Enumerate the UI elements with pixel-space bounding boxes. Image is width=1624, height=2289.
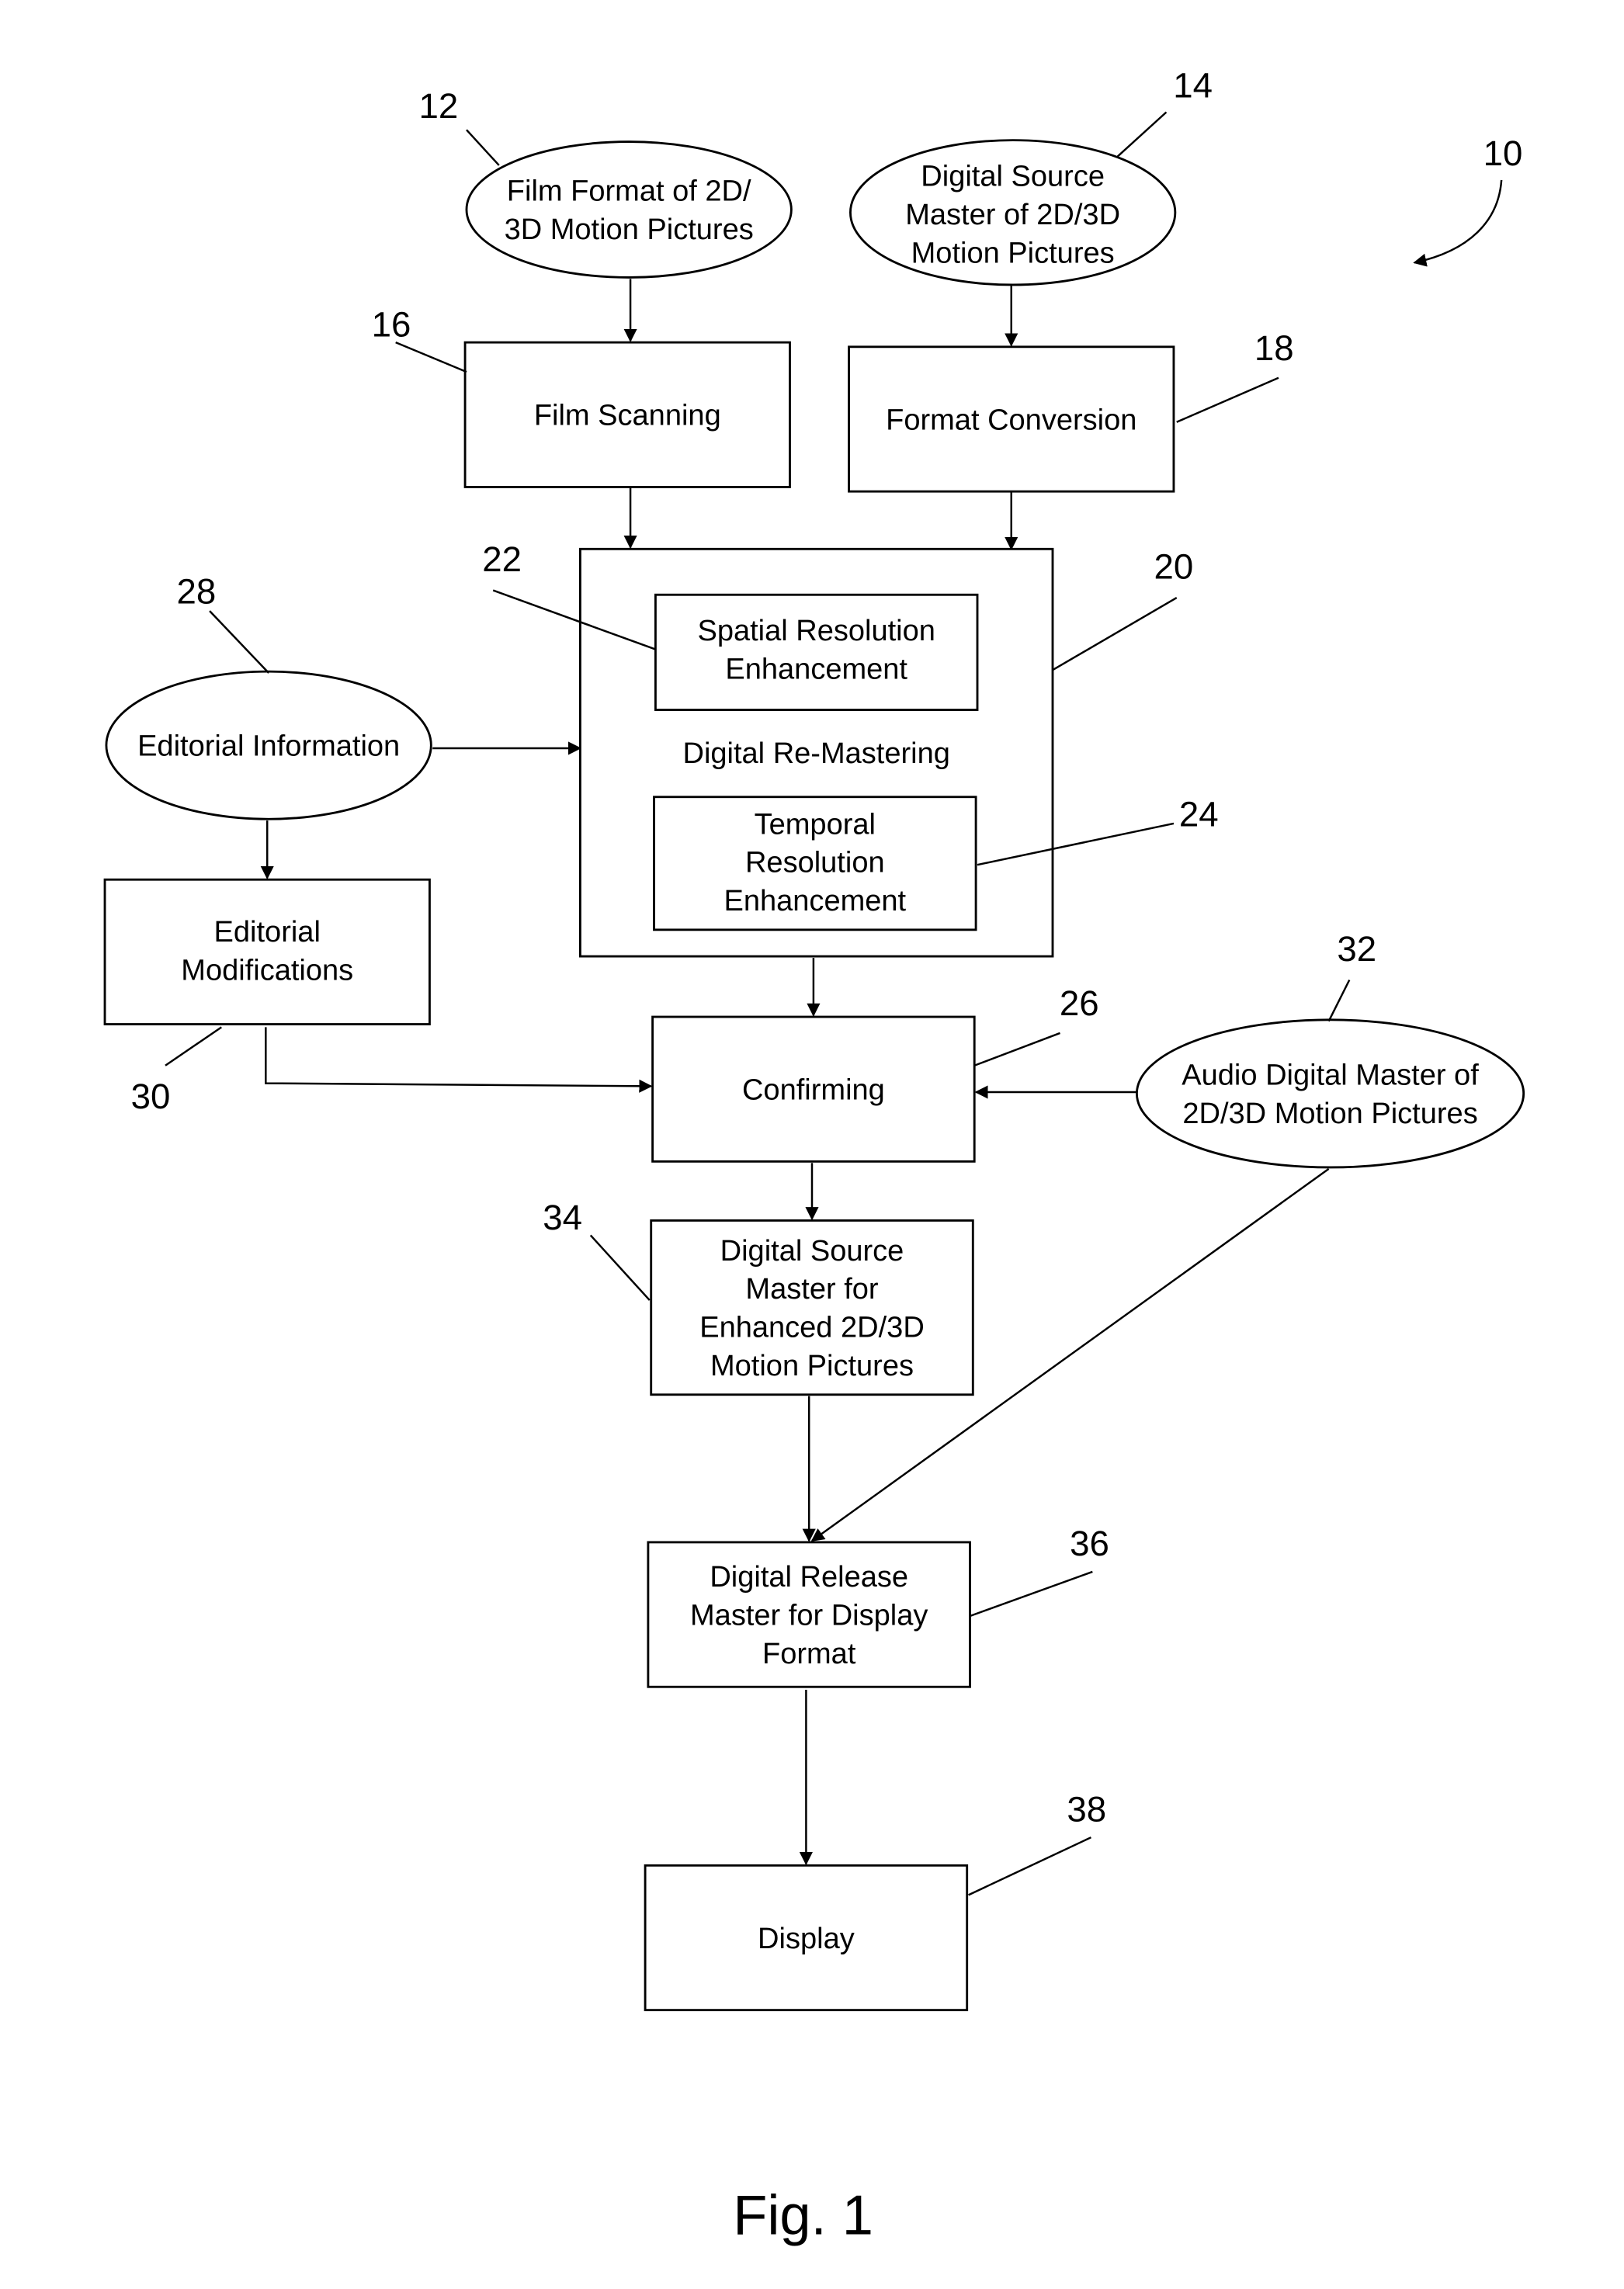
leader-line-34 <box>589 1234 651 1301</box>
node-label-line: Resolution <box>745 847 885 879</box>
leader-line-14 <box>1116 111 1168 158</box>
node-label-line: Audio Digital Master of <box>1182 1059 1479 1091</box>
node-label-line: Digital Release <box>710 1561 908 1594</box>
arrow-30-to-26 <box>265 1027 653 1093</box>
leader-line-20 <box>1052 596 1178 671</box>
node-label-line: Motion Pictures <box>710 1350 914 1382</box>
node-label-line: Film Scanning <box>534 400 721 432</box>
node-label-line: Format <box>762 1638 856 1670</box>
node-label-line: Confirming <box>742 1074 885 1107</box>
node-20-label: Digital Re-Mastering <box>682 737 949 770</box>
ref-number-34: 34 <box>543 1198 582 1237</box>
node-18-label: Format Conversion <box>886 404 1136 436</box>
node-label-line: Master of 2D/3D <box>905 199 1120 231</box>
node-28-label: Editorial Information <box>137 730 400 762</box>
leader-line-18 <box>1176 376 1279 423</box>
node-label-line: Enhancement <box>724 885 906 917</box>
ref-number-30: 30 <box>131 1077 171 1116</box>
leader-line-12 <box>466 129 500 166</box>
node-label-line: Spatial Resolution <box>697 615 935 647</box>
node-label-line: Enhancement <box>725 654 907 686</box>
node-label-line: Format Conversion <box>886 404 1136 436</box>
leader-line-28 <box>209 610 270 674</box>
node-label-line: 2D/3D Motion Pictures <box>1182 1098 1477 1130</box>
ref-number-38: 38 <box>1067 1789 1106 1829</box>
leader-line-26 <box>973 1032 1060 1066</box>
node-label-line: Master for <box>745 1273 878 1306</box>
node-38-label: Display <box>758 1923 855 1955</box>
node-label-line: Editorial Information <box>137 730 400 762</box>
system-ref-number: 10 <box>1483 134 1523 173</box>
ref-number-22: 22 <box>482 539 522 579</box>
node-22-shape <box>654 593 979 711</box>
node-16-label: Film Scanning <box>534 400 721 432</box>
node-label-line: 3D Motion Pictures <box>505 213 754 246</box>
ref-number-36: 36 <box>1070 1524 1109 1563</box>
node-label-line: Enhanced 2D/3D <box>699 1312 925 1344</box>
leader-line-38 <box>968 1836 1091 1896</box>
ref-number-24: 24 <box>1179 795 1219 834</box>
leader-line-16 <box>395 341 467 373</box>
node-label-line: Modifications <box>181 955 353 987</box>
node-12-shape <box>465 140 793 279</box>
leader-line-32 <box>1327 979 1351 1022</box>
figure-caption: Fig. 1 <box>733 2185 873 2247</box>
node-30-shape <box>103 878 431 1025</box>
node-label-line: Temporal <box>755 808 876 841</box>
node-label-line: Editorial <box>214 916 321 949</box>
ref-number-18: 18 <box>1254 328 1294 368</box>
ref-number-16: 16 <box>372 305 411 345</box>
node-32-shape <box>1135 1018 1525 1169</box>
ref-number-32: 32 <box>1337 929 1376 969</box>
flowchart-figure: Film Format of 2D/3D Motion Pictures 12 Di… <box>103 65 1525 2247</box>
node-label-line: Digital Source <box>921 161 1105 193</box>
system-ref-arrow <box>1413 179 1503 267</box>
ref-number-20: 20 <box>1154 546 1194 586</box>
node-label-line: Digital Re-Mastering <box>682 737 949 770</box>
ref-number-26: 26 <box>1060 983 1099 1023</box>
node-label-line: Motion Pictures <box>911 237 1115 269</box>
node-26-label: Confirming <box>742 1074 885 1107</box>
node-label-line: Display <box>758 1923 855 1955</box>
leader-line-36 <box>970 1570 1093 1618</box>
node-14-label: Digital Source Master of 2D/3D Motion Pict… <box>905 161 1120 270</box>
node-label-line: Master for Display <box>690 1599 928 1632</box>
node-label-line: Film Format of 2D/ <box>507 175 751 208</box>
ref-number-14: 14 <box>1173 65 1213 105</box>
ref-number-28: 28 <box>177 572 217 612</box>
leader-line-30 <box>165 1026 222 1066</box>
ref-number-12: 12 <box>418 86 458 126</box>
node-label-line: Digital Source <box>720 1235 904 1268</box>
